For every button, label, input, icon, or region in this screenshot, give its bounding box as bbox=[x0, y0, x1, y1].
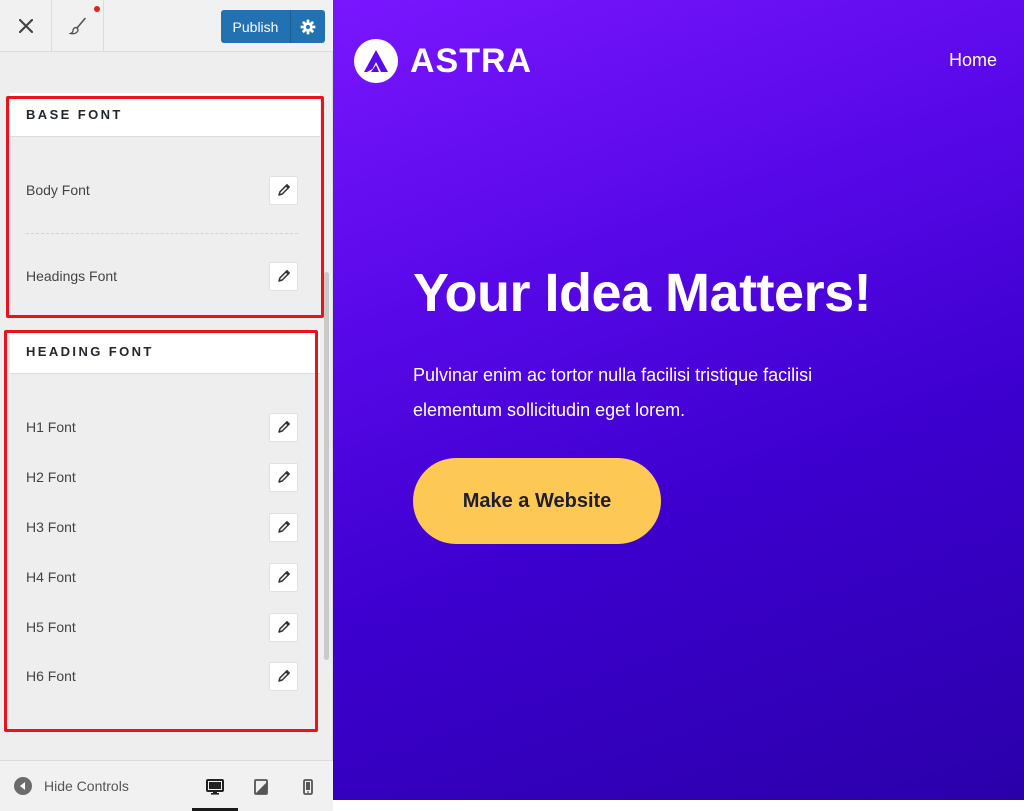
edit-h5-font-button[interactable] bbox=[269, 612, 298, 642]
font-row-h1: H1 Font bbox=[26, 411, 298, 443]
pencil-icon bbox=[277, 421, 290, 433]
pencil-icon bbox=[277, 670, 290, 682]
pencil-icon bbox=[277, 621, 290, 633]
notification-dot bbox=[94, 6, 100, 12]
font-row-h6: H6 Font bbox=[26, 660, 298, 692]
font-label: Body Font bbox=[26, 182, 90, 198]
device-desktop-button[interactable] bbox=[192, 761, 238, 811]
font-label: H2 Font bbox=[26, 469, 76, 485]
make-website-button[interactable]: Make a Website bbox=[413, 458, 661, 544]
edit-headings-font-button[interactable] bbox=[269, 261, 298, 291]
hero-title: Your Idea Matters! bbox=[413, 263, 872, 323]
font-label: H3 Font bbox=[26, 519, 76, 535]
tablet-icon bbox=[254, 778, 268, 795]
hide-controls-label: Hide Controls bbox=[44, 778, 129, 794]
row-divider bbox=[26, 233, 298, 234]
heading-font-heading: HEADING FONT bbox=[10, 330, 320, 374]
arrow-left-circle-icon bbox=[14, 777, 32, 795]
font-label: H1 Font bbox=[26, 419, 76, 435]
astra-logo-icon bbox=[354, 39, 398, 83]
font-row-h2: H2 Font bbox=[26, 461, 298, 493]
pencil-icon bbox=[277, 471, 290, 483]
font-row-h4: H4 Font bbox=[26, 561, 298, 593]
font-label: H5 Font bbox=[26, 619, 76, 635]
edit-h2-font-button[interactable] bbox=[269, 462, 298, 492]
edit-h1-font-button[interactable] bbox=[269, 412, 298, 442]
site-title: ASTRA bbox=[410, 41, 533, 80]
desktop-icon bbox=[206, 778, 224, 795]
hero-subtitle: Pulvinar enim ac tortor nulla facilisi t… bbox=[413, 365, 813, 420]
publish-group: Publish bbox=[221, 10, 325, 43]
publish-settings-button[interactable] bbox=[291, 10, 325, 43]
site-logo[interactable]: ASTRA bbox=[354, 39, 532, 83]
preview-bottom-strip bbox=[333, 800, 1024, 811]
site-preview: ASTRA Home Your Idea Matters! Pulvinar e… bbox=[333, 0, 1024, 800]
hide-controls-button[interactable]: Hide Controls bbox=[14, 777, 129, 795]
edit-body-font-button[interactable] bbox=[269, 175, 298, 205]
close-icon bbox=[18, 19, 33, 33]
base-font-heading: BASE FONT bbox=[10, 93, 320, 137]
customizer-footer: Hide Controls bbox=[0, 760, 333, 811]
publish-button[interactable]: Publish bbox=[221, 10, 291, 43]
edit-h4-font-button[interactable] bbox=[269, 562, 298, 592]
customizer-header: Publish bbox=[0, 0, 333, 52]
mobile-icon bbox=[303, 778, 313, 795]
edit-h3-font-button[interactable] bbox=[269, 512, 298, 542]
panel-scrollbar[interactable] bbox=[324, 272, 329, 660]
pencil-icon bbox=[277, 521, 290, 533]
device-mobile-button[interactable] bbox=[285, 761, 331, 811]
pencil-icon bbox=[277, 571, 290, 583]
pencil-icon bbox=[277, 270, 290, 282]
device-tablet-button[interactable] bbox=[238, 761, 284, 811]
gear-icon bbox=[300, 19, 316, 34]
close-button[interactable] bbox=[0, 0, 52, 52]
nav-home-link[interactable]: Home bbox=[949, 50, 997, 71]
pencil-icon bbox=[277, 184, 290, 196]
font-row-headings: Headings Font bbox=[26, 260, 298, 292]
customizer-sidebar: Publish BASE FONT Body Font Headings Fon… bbox=[0, 0, 333, 811]
edit-h6-font-button[interactable] bbox=[269, 661, 298, 691]
font-row-h5: H5 Font bbox=[26, 611, 298, 643]
font-label: H4 Font bbox=[26, 569, 76, 585]
brush-icon bbox=[68, 17, 86, 35]
font-label: Headings Font bbox=[26, 268, 118, 284]
font-label: H6 Font bbox=[26, 668, 76, 684]
font-row-body: Body Font bbox=[26, 174, 298, 206]
font-row-h3: H3 Font bbox=[26, 511, 298, 543]
